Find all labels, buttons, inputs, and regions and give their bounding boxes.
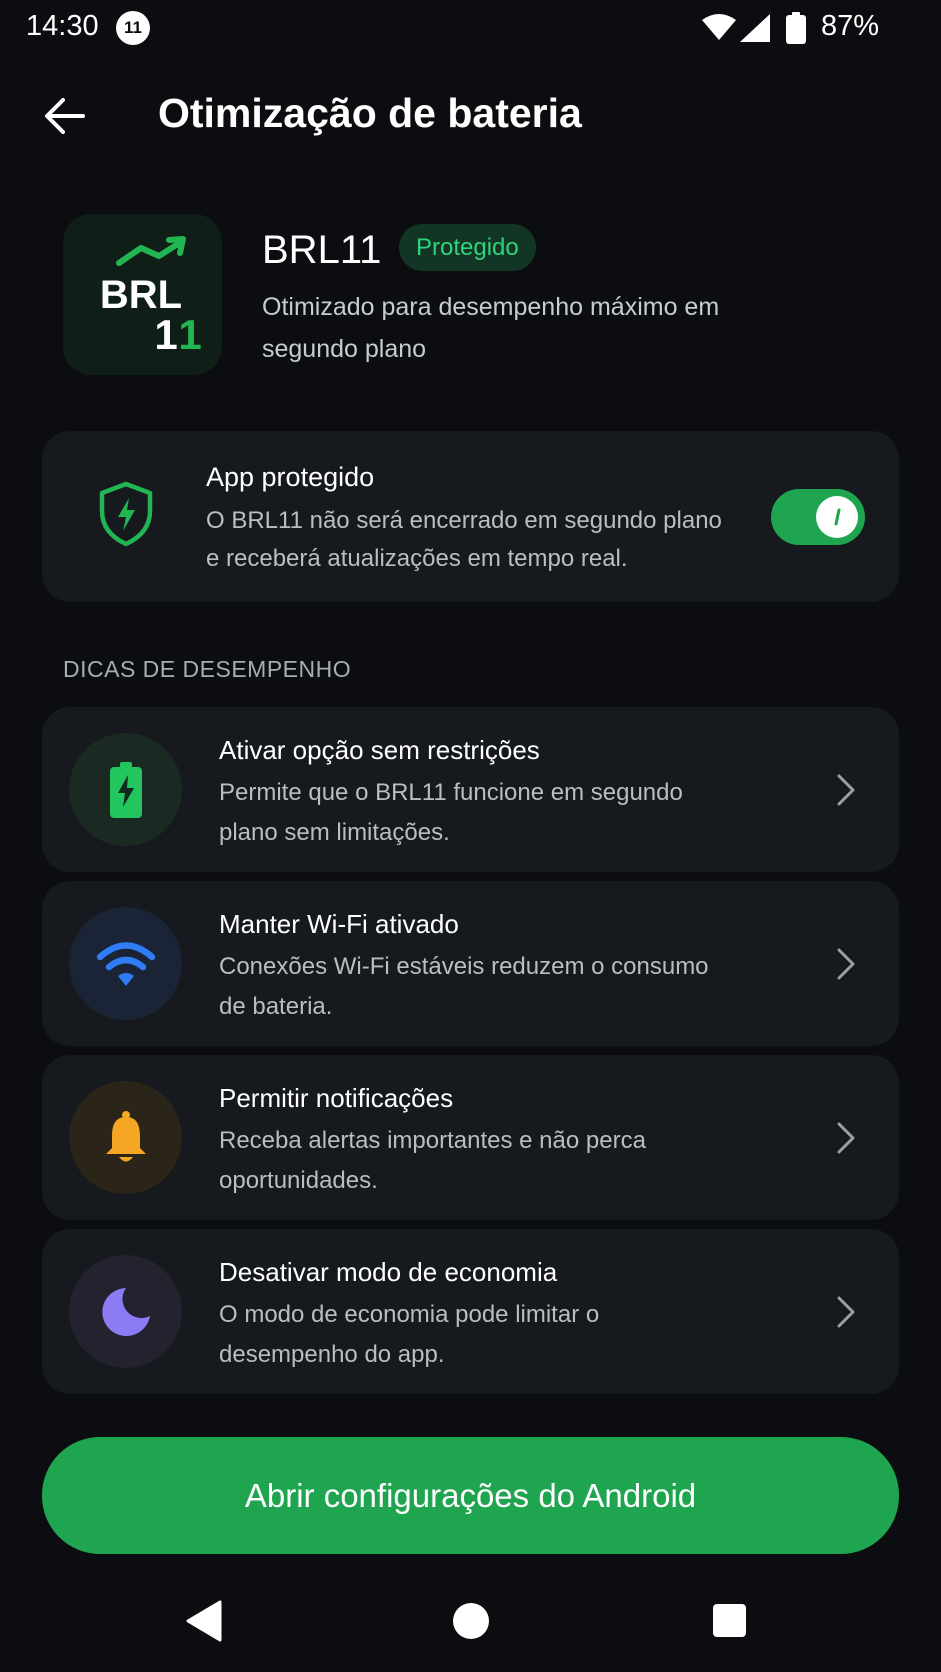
protected-description: O BRL11 não será encerrado em segundo pl…	[206, 507, 722, 572]
tip-icon-container	[69, 907, 182, 1020]
trend-up-icon: BRL 1 1	[100, 236, 202, 358]
status-bar: 14:30 11 87%	[0, 0, 941, 56]
tip-title: Manter Wi-Fi ativado	[219, 909, 459, 939]
wifi-icon	[96, 941, 155, 986]
svg-text:1: 1	[154, 311, 177, 358]
tip-description: Conexões Wi-Fi estáveis reduzem o consum…	[219, 953, 709, 1020]
app-name: BRL11	[262, 228, 382, 272]
tip-description: Permite que o BRL11 funcione em segundo …	[219, 779, 683, 846]
page-title: Otimização de bateria	[158, 90, 582, 136]
tip-wifi[interactable]: Manter Wi-Fi ativado Conexões Wi-Fi está…	[42, 881, 899, 1046]
battery-percent: 87%	[821, 10, 880, 42]
shield-bolt-icon	[99, 481, 153, 547]
protected-title: App protegido	[206, 462, 375, 492]
toggle-on-mark-icon	[834, 508, 841, 526]
chevron-right-icon	[837, 948, 855, 980]
open-android-settings-button[interactable]: Abrir configurações do Android	[42, 1437, 899, 1554]
tip-description: O modo de economia pode limitar o desemp…	[219, 1301, 600, 1368]
tip-description: Receba alertas importantes e não perca o…	[219, 1127, 646, 1194]
back-button[interactable]	[34, 86, 94, 146]
protected-badge: Protegido	[399, 224, 536, 271]
nav-home-button[interactable]	[453, 1603, 489, 1639]
tip-icon-container	[69, 733, 182, 846]
tip-title: Ativar opção sem restrições	[219, 735, 540, 765]
svg-text:1: 1	[178, 311, 201, 358]
wifi-signal-icon	[702, 14, 736, 40]
cell-signal-icon	[740, 14, 770, 42]
moon-icon	[101, 1287, 150, 1336]
chevron-right-icon	[837, 774, 855, 806]
tip-battery-saver[interactable]: Desativar modo de economia O modo de eco…	[42, 1229, 899, 1394]
tip-notifications[interactable]: Permitir notificações Receba alertas imp…	[42, 1055, 899, 1220]
app-logo: BRL 1 1	[63, 214, 222, 375]
protection-toggle[interactable]	[771, 489, 865, 545]
section-header: DICAS DE DESEMPENHO	[63, 656, 352, 682]
nav-recents-button[interactable]	[713, 1604, 746, 1637]
arrow-left-icon	[45, 98, 85, 134]
nav-back-button[interactable]	[186, 1600, 222, 1642]
notification-count-badge: 11	[116, 11, 150, 45]
bell-icon	[105, 1110, 146, 1161]
tip-title: Permitir notificações	[219, 1083, 454, 1113]
tip-icon-container	[69, 1255, 182, 1368]
tip-unrestricted[interactable]: Ativar opção sem restrições Permite que …	[42, 707, 899, 872]
chevron-right-icon	[837, 1296, 855, 1328]
app-description: Otimizado para desempenho máximo em segu…	[262, 293, 720, 363]
toggle-knob	[816, 496, 858, 538]
chevron-right-icon	[837, 1122, 855, 1154]
status-time: 14:30	[26, 10, 99, 42]
tip-icon-container	[69, 1081, 182, 1194]
tip-title: Desativar modo de economia	[219, 1257, 558, 1287]
screen: 14:30 11 87% Otimização de bateria BRL 1…	[0, 0, 941, 1672]
battery-icon	[786, 12, 806, 44]
battery-charging-icon	[109, 761, 142, 818]
